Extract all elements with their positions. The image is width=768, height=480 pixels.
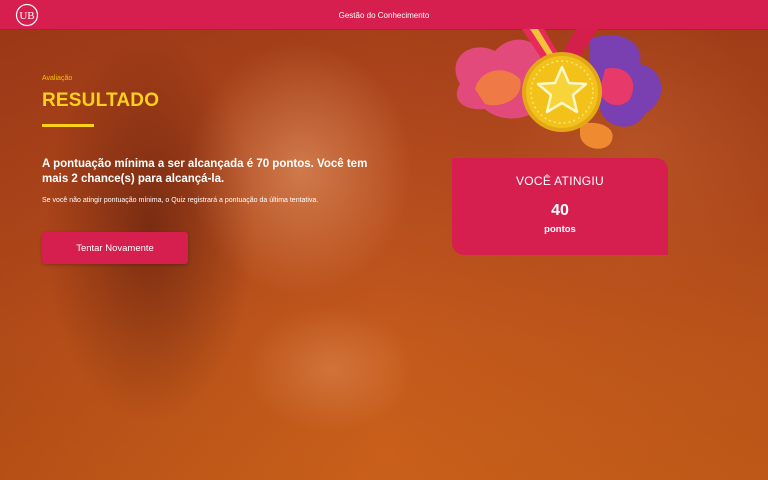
retry-button[interactable]: Tentar Novamente [42,232,188,264]
score-unit: pontos [544,224,576,235]
score-value: 40 [551,202,569,219]
score-card: VOCÊ ATINGIU 40 pontos [452,158,668,255]
attempt-note: Se você não atingir pontuação mínima, o … [42,197,319,204]
medal-icon [455,29,662,149]
minimum-score-message: A pontuação mínima a ser alcançada é 70 … [42,158,368,185]
top-bar: UB Gestão do Conhecimento [0,0,768,30]
page-header-title: Gestão do Conhecimento [338,11,430,20]
page-title: RESULTADO [42,90,160,111]
title-underline [42,124,94,127]
breadcrumb: Avaliação [42,75,73,82]
score-card-label: VOCÊ ATINGIU [515,174,605,188]
